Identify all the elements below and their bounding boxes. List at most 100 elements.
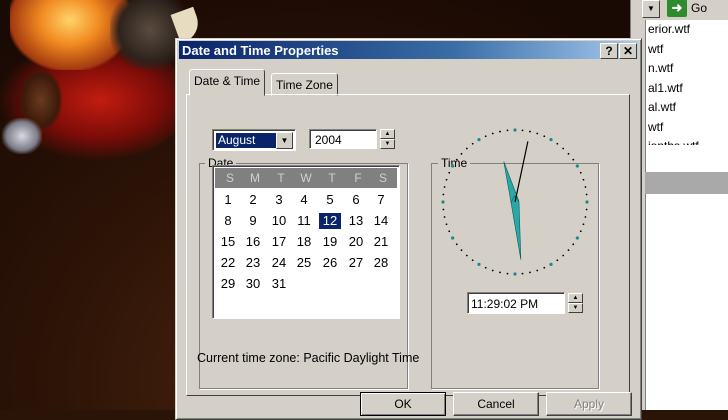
- clock-minute-mark: [543, 135, 546, 138]
- clock-hour-mark: [451, 236, 455, 240]
- armor-piece: [2, 118, 42, 154]
- calendar-day[interactable]: 19: [319, 234, 341, 250]
- clock-minute-mark: [443, 186, 446, 188]
- clock-minute-mark: [506, 272, 509, 275]
- calendar-day[interactable]: 8: [217, 213, 239, 229]
- calendar-day[interactable]: 18: [293, 234, 315, 250]
- clock-hour-mark: [585, 200, 589, 204]
- time-zone-value: Pacific Daylight Time: [303, 351, 420, 365]
- clock-minute-mark: [442, 208, 445, 211]
- year-field[interactable]: 2004: [309, 129, 377, 149]
- calendar-day[interactable]: 29: [217, 276, 239, 292]
- clock-minute-mark: [579, 230, 582, 233]
- clock-minute-mark: [584, 216, 587, 218]
- calendar-day[interactable]: 16: [242, 234, 264, 250]
- go-arrow-icon[interactable]: ➜: [667, 0, 687, 17]
- calendar-day[interactable]: 26: [319, 255, 341, 271]
- go-label[interactable]: Go: [691, 0, 707, 16]
- spin-down-icon[interactable]: ▼: [380, 139, 395, 149]
- clock-hour-mark: [513, 128, 517, 132]
- file-item[interactable]: erior.wtf: [646, 20, 728, 40]
- dialog-title: Date and Time Properties: [182, 43, 339, 58]
- calendar-day[interactable]: 1: [217, 192, 239, 208]
- cancel-button[interactable]: Cancel: [453, 392, 539, 416]
- clock-minute-mark: [521, 129, 524, 132]
- spin-up-icon[interactable]: ▲: [568, 293, 583, 303]
- clock-minute-mark: [445, 223, 448, 226]
- clock-minute-mark: [567, 249, 570, 252]
- clock-minute-mark: [543, 266, 546, 269]
- calendar-day[interactable]: 3: [268, 192, 290, 208]
- calendar-day[interactable]: 21: [370, 234, 392, 250]
- clock-minute-mark: [460, 249, 463, 252]
- clock-minute-mark: [585, 193, 588, 196]
- clock-minute-mark: [499, 271, 501, 274]
- ok-button[interactable]: OK: [360, 392, 446, 416]
- calendar-day[interactable]: 27: [345, 255, 367, 271]
- clock-minute-mark: [484, 266, 487, 269]
- file-item[interactable]: al1.wtf: [646, 79, 728, 99]
- clock-minute-mark: [582, 178, 585, 181]
- file-item[interactable]: wtf: [646, 40, 728, 60]
- year-spinner[interactable]: ▲ ▼: [380, 129, 395, 149]
- calendar-day[interactable]: 13: [345, 213, 367, 229]
- spin-up-icon[interactable]: ▲: [380, 129, 395, 139]
- weekday-label: M: [250, 171, 260, 185]
- file-item[interactable]: wtf: [646, 118, 728, 138]
- close-button[interactable]: ✕: [619, 43, 637, 59]
- clock-hour-mark: [549, 262, 553, 266]
- explorer-lower-pane: [645, 194, 728, 410]
- clock-minute-mark: [484, 135, 487, 138]
- calendar-day[interactable]: 23: [242, 255, 264, 271]
- apply-button[interactable]: Apply: [546, 392, 632, 416]
- clock-minute-mark: [572, 243, 575, 246]
- clock-hour-mark: [513, 272, 517, 276]
- calendar-day[interactable]: 7: [370, 192, 392, 208]
- calendar-day[interactable]: 17: [268, 234, 290, 250]
- calendar-day[interactable]: 10: [268, 213, 290, 229]
- calendar-day[interactable]: 5: [319, 192, 341, 208]
- calendar-day[interactable]: 14: [370, 213, 392, 229]
- calendar-day[interactable]: 25: [293, 255, 315, 271]
- tab-time-zone[interactable]: Time Zone: [271, 73, 338, 96]
- calendar-day[interactable]: 30: [242, 276, 264, 292]
- calendar-day[interactable]: 15: [217, 234, 239, 250]
- month-select[interactable]: August ▼: [212, 129, 296, 151]
- clock-minute-mark: [455, 243, 458, 246]
- calendar-day[interactable]: 9: [242, 213, 264, 229]
- clock-minute-mark: [460, 152, 463, 155]
- clock-minute-mark: [572, 158, 575, 161]
- weekday-header: SMTWTFS: [215, 168, 397, 188]
- clock-minute-mark: [506, 129, 509, 132]
- title-bar[interactable]: Date and Time Properties ? ✕: [179, 41, 638, 59]
- time-field[interactable]: 11:29:02 PM: [467, 292, 565, 314]
- tab-date-time[interactable]: Date & Time: [189, 69, 266, 96]
- help-button[interactable]: ?: [600, 43, 618, 59]
- calendar-day[interactable]: 4: [293, 192, 315, 208]
- clock-minute-mark: [471, 259, 474, 262]
- clock-minute-mark: [448, 230, 451, 233]
- clock-minute-mark: [562, 147, 565, 150]
- calendar-day[interactable]: 11: [293, 213, 315, 229]
- explorer-gray-bar: [645, 172, 728, 194]
- month-calendar[interactable]: SMTWTFS 1 2 3 4 5 6 7 8 9 10 11 12 13 14 15 16 17 18 19 20 2…: [212, 165, 400, 319]
- calendar-day[interactable]: 20: [345, 234, 367, 250]
- spin-down-icon[interactable]: ▼: [568, 303, 583, 313]
- time-spinner[interactable]: ▲ ▼: [568, 293, 583, 313]
- file-item[interactable]: ionths.wtf: [646, 137, 728, 145]
- calendar-day[interactable]: 31: [268, 276, 290, 292]
- address-dropdown-button[interactable]: ▼: [642, 0, 660, 18]
- calendar-day[interactable]: 22: [217, 255, 239, 271]
- file-item[interactable]: al.wtf: [646, 98, 728, 118]
- calendar-day[interactable]: 6: [345, 192, 367, 208]
- analog-clock: [441, 128, 589, 276]
- weekday-label: F: [354, 171, 362, 185]
- chevron-down-icon[interactable]: ▼: [276, 132, 293, 149]
- clock-minute-mark: [529, 130, 531, 133]
- calendar-day[interactable]: 2: [242, 192, 264, 208]
- calendar-day[interactable]: 28: [370, 255, 392, 271]
- calendar-day[interactable]: 24: [268, 255, 290, 271]
- file-item[interactable]: n.wtf: [646, 59, 728, 79]
- calendar-day-selected[interactable]: 12: [319, 213, 341, 229]
- clock-minute-mark: [521, 272, 524, 275]
